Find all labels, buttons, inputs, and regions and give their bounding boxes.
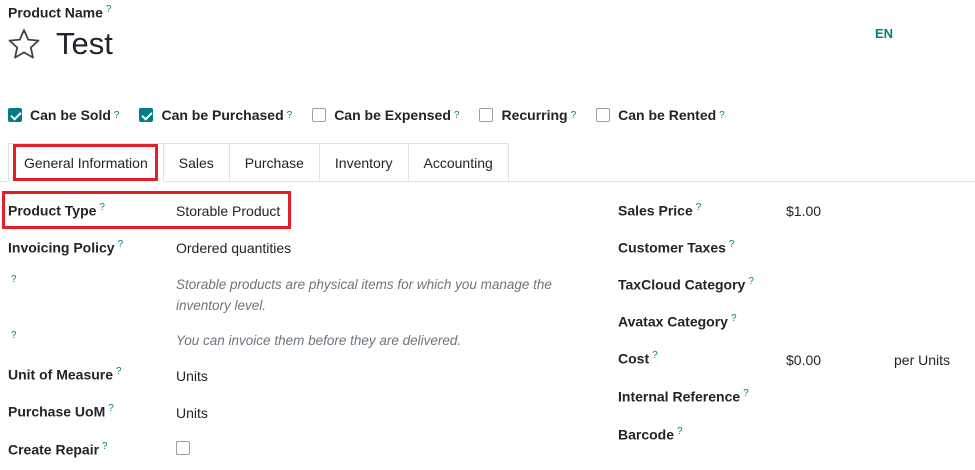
star-icon[interactable]	[8, 28, 40, 60]
internal-reference-label: Internal Reference?	[618, 388, 749, 405]
can-be-purchased-checkbox[interactable]	[139, 108, 154, 122]
taxcloud-category-value[interactable]	[786, 277, 956, 295]
help-icon[interactable]: ?	[102, 441, 108, 452]
internal-reference-value[interactable]	[786, 389, 956, 407]
purchase-uom-label: Purchase UoM?	[8, 403, 114, 420]
product-title[interactable]: Test	[56, 26, 113, 62]
field-label-text: Cost	[618, 350, 650, 367]
unit-of-measure-value[interactable]: Units	[176, 368, 208, 384]
help-icon[interactable]: ?	[454, 110, 460, 121]
help-icon[interactable]: ?	[729, 239, 735, 250]
sales-price-label: Sales Price?	[618, 202, 701, 219]
invoicing-policy-label: Invoicing Policy?	[8, 239, 123, 256]
field-label-text: Internal Reference	[618, 388, 741, 405]
can-be-expensed-checkbox[interactable]	[312, 108, 327, 122]
purchase-uom-value[interactable]: Units	[176, 405, 208, 421]
can-be-rented-checkbox[interactable]	[596, 108, 611, 122]
tab-inventory[interactable]: Inventory	[319, 143, 409, 182]
tab-sales[interactable]: Sales	[163, 143, 230, 182]
field-label-text: Avatax Category	[618, 313, 728, 330]
cost-unit: per Units	[894, 352, 951, 368]
option-label: Can be Purchased	[161, 107, 284, 123]
sales-price-value[interactable]: $1.00	[786, 203, 821, 219]
product-name-label-text: Product Name	[8, 4, 103, 21]
help-icon[interactable]: ?	[696, 202, 702, 213]
help-icon[interactable]: ?	[743, 388, 749, 399]
cost-label: Cost?	[618, 350, 658, 367]
option-label: Recurring	[501, 107, 568, 123]
option-can-be-purchased[interactable]: Can be Purchased?	[139, 107, 292, 123]
create-repair-checkbox[interactable]	[176, 441, 190, 455]
highlight-box-product-type	[2, 191, 291, 229]
option-recurring[interactable]: Recurring?	[479, 107, 576, 123]
unit-of-measure-label: Unit of Measure?	[8, 366, 122, 383]
field-label-text: Sales Price	[618, 202, 693, 219]
create-repair-label: Create Repair?	[8, 441, 108, 458]
help-icon[interactable]: ?	[114, 110, 120, 121]
option-label: Can be Sold	[30, 107, 111, 123]
barcode-value[interactable]	[786, 427, 956, 445]
option-label: Can be Expensed	[334, 107, 451, 123]
recurring-checkbox[interactable]	[479, 108, 494, 122]
taxcloud-category-label: TaxCloud Category?	[618, 276, 754, 293]
invoicing-note: You can invoice them before they are del…	[176, 333, 462, 348]
product-options: Can be Sold? Can be Purchased? Can be Ex…	[8, 104, 745, 126]
help-icon[interactable]: ?	[652, 350, 658, 361]
cost-value[interactable]: $0.00	[786, 352, 821, 368]
option-can-be-sold[interactable]: Can be Sold?	[8, 107, 119, 123]
help-icon[interactable]: ?	[287, 110, 293, 121]
product-type-note: Storable products are physical items for…	[176, 277, 552, 313]
field-label-text: Unit of Measure	[8, 366, 114, 383]
avatax-category-value[interactable]	[786, 314, 956, 332]
can-be-sold-checkbox[interactable]	[8, 108, 22, 122]
help-icon[interactable]: ?	[571, 110, 577, 121]
option-label: Can be Rented	[618, 107, 717, 123]
field-label-text: Create Repair	[8, 441, 100, 458]
help-icon[interactable]: ?	[11, 330, 17, 341]
help-icon[interactable]: ?	[116, 366, 122, 377]
highlight-box-tab	[13, 144, 158, 181]
barcode-label: Barcode?	[618, 426, 683, 443]
language-button[interactable]: EN	[875, 26, 893, 41]
help-icon[interactable]: ?	[11, 274, 17, 285]
help-icon[interactable]: ?	[118, 239, 124, 250]
invoicing-policy-value[interactable]: Ordered quantities	[176, 240, 291, 256]
option-can-be-expensed[interactable]: Can be Expensed?	[312, 107, 459, 123]
field-label-text: Invoicing Policy	[8, 239, 115, 256]
customer-taxes-label: Customer Taxes?	[618, 239, 734, 256]
avatax-category-label: Avatax Category?	[618, 313, 737, 330]
help-icon[interactable]: ?	[677, 426, 683, 437]
option-can-be-rented[interactable]: Can be Rented?	[596, 107, 725, 123]
field-label-text: Customer Taxes	[618, 239, 726, 256]
help-icon[interactable]: ?	[731, 313, 737, 324]
help-icon[interactable]: ?	[106, 4, 112, 15]
field-label-text: TaxCloud Category	[618, 276, 746, 293]
help-icon[interactable]: ?	[719, 110, 725, 121]
field-label-text: Barcode	[618, 426, 675, 443]
help-icon[interactable]: ?	[748, 276, 754, 287]
help-icon[interactable]: ?	[108, 403, 114, 414]
field-label-text: Purchase UoM	[8, 403, 106, 420]
tab-accounting[interactable]: Accounting	[408, 143, 509, 182]
tab-purchase[interactable]: Purchase	[229, 143, 320, 182]
customer-taxes-value[interactable]	[786, 240, 956, 258]
product-name-label: Product Name?	[8, 4, 111, 21]
